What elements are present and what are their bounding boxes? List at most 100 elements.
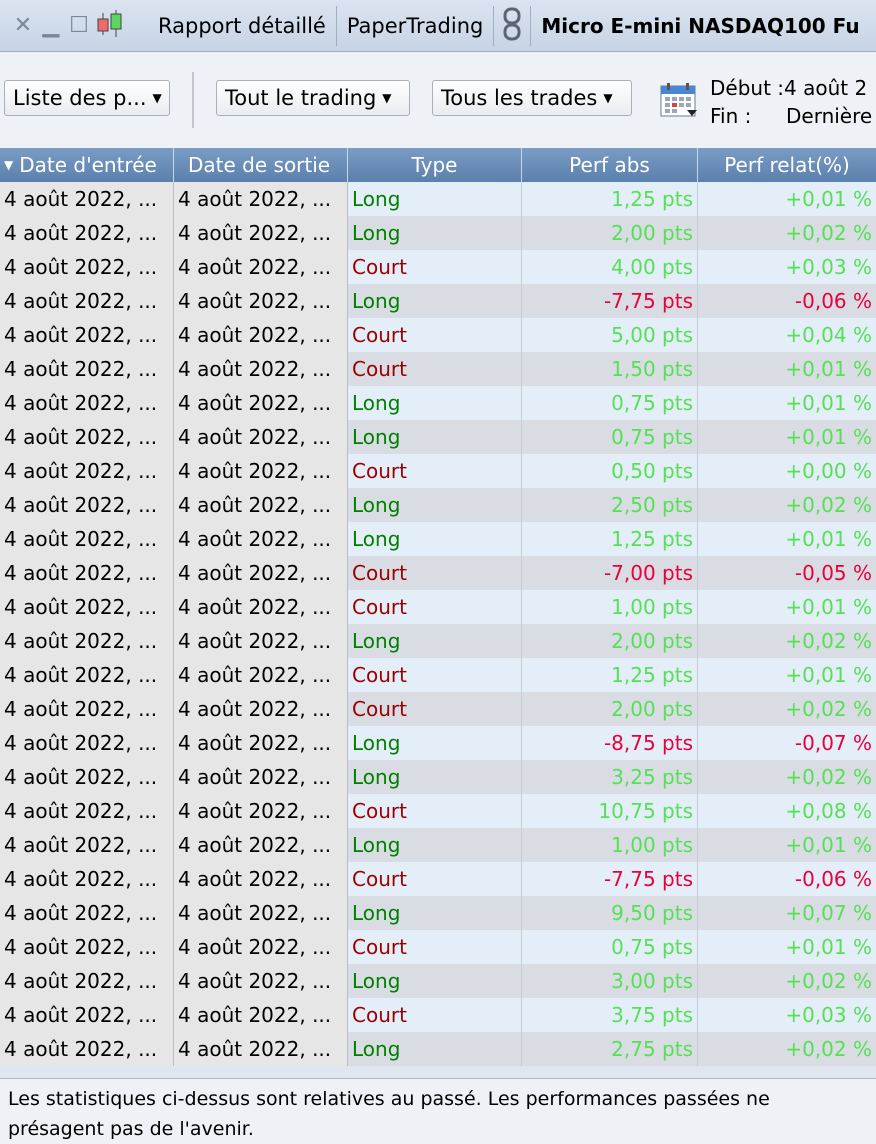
table-row[interactable]: 4 août 2022, ... 4 août 2022, ... Court 0,7… [0,930,876,964]
cell-perf-relat: +0,02 % [785,1037,872,1061]
end-value: Dernière [786,104,873,128]
table-row[interactable]: 4 août 2022, ... 4 août 2022, ... Long 3,25… [0,760,876,794]
cell-exit-date: 4 août 2022, ... [174,556,348,590]
cell-entry-date: 4 août 2022, ... [0,420,174,454]
table-row[interactable]: 4 août 2022, ... 4 août 2022, ... Court 5,0… [0,318,876,352]
trades-dropdown[interactable]: Tous les trades ▼ [432,80,632,116]
table-row[interactable]: 4 août 2022, ... 4 août 2022, ... Long 2,75… [0,1032,876,1066]
table-row[interactable]: 4 août 2022, ... 4 août 2022, ... Long 1,00… [0,828,876,862]
column-header-label: Date de sortie [188,153,331,177]
cell-entry-date: 4 août 2022, ... [0,590,174,624]
cell-type: Court [348,658,522,692]
cell-exit-date: 4 août 2022, ... [174,352,348,386]
cell-perf-abs: -8,75 pts [522,726,698,760]
table-row[interactable]: 4 août 2022, ... 4 août 2022, ... Court 1,2… [0,658,876,692]
minimize-icon[interactable]: ▁ [40,13,62,38]
cell-exit-date: 4 août 2022, ... [174,420,348,454]
cell-perf-relat: +0,01 % [785,425,872,449]
cell-perf-abs: 3,75 pts [522,998,698,1032]
cell-exit-date: 4 août 2022, ... [174,896,348,930]
cell-perf-abs: 10,75 pts [522,794,698,828]
cell-exit-date: 4 août 2022, ... [174,998,348,1032]
cell-perf-relat: +0,02 % [785,969,872,993]
table-row[interactable]: 4 août 2022, ... 4 août 2022, ... Court -7,… [0,862,876,896]
cell-entry-date: 4 août 2022, ... [0,182,174,216]
disclaimer-footer: Les statistiques ci-dessus sont relative… [0,1078,876,1144]
column-header-entry-date[interactable]: ▼ Date d'entrée [0,148,174,182]
table-row[interactable]: 4 août 2022, ... 4 août 2022, ... Long 2,00… [0,216,876,250]
cell-perf-relat: +0,02 % [785,765,872,789]
cell-type: Court [348,454,522,488]
close-icon[interactable]: ✕ [12,13,34,38]
table-row[interactable]: 4 août 2022, ... 4 août 2022, ... Court 1,0… [0,590,876,624]
cell-entry-date: 4 août 2022, ... [0,692,174,726]
table-row[interactable]: 4 août 2022, ... 4 août 2022, ... Court 1,5… [0,352,876,386]
table-row[interactable]: 4 août 2022, ... 4 août 2022, ... Court 10,… [0,794,876,828]
cell-perf-relat: -0,06 % [794,867,872,891]
column-header-label: Perf relat(%) [724,153,850,177]
table-row[interactable]: 4 août 2022, ... 4 août 2022, ... Long 3,00… [0,964,876,998]
cell-exit-date: 4 août 2022, ... [174,930,348,964]
toolbar-separator [192,72,194,128]
cell-entry-date: 4 août 2022, ... [0,386,174,420]
cell-entry-date: 4 août 2022, ... [0,964,174,998]
start-label: Début : [710,76,785,100]
table-row[interactable]: 4 août 2022, ... 4 août 2022, ... Long 0,75… [0,386,876,420]
cell-perf-abs: 1,25 pts [522,522,698,556]
cell-exit-date: 4 août 2022, ... [174,794,348,828]
table-row[interactable]: 4 août 2022, ... 4 août 2022, ... Court 3,7… [0,998,876,1032]
cell-exit-date: 4 août 2022, ... [174,250,348,284]
trades-table-header: ▼ Date d'entrée Date de sortie Type Perf… [0,148,876,182]
cell-type: Long [348,624,522,658]
end-date-line: Fin : Dernière [710,102,872,130]
list-dropdown[interactable]: Liste des p... ▼ [4,80,170,116]
cell-perf-relat: +0,02 % [785,697,872,721]
cell-perf-relat: +0,08 % [785,799,872,823]
table-row[interactable]: 4 août 2022, ... 4 août 2022, ... Long 9,50… [0,896,876,930]
cell-type: Long [348,1032,522,1066]
column-header-exit-date[interactable]: Date de sortie [174,148,348,182]
end-label: Fin : [710,104,752,128]
report-label[interactable]: Rapport détaillé [148,14,336,38]
table-row[interactable]: 4 août 2022, ... 4 août 2022, ... Court 4,0… [0,250,876,284]
cell-type: Long [348,386,522,420]
table-row[interactable]: 4 août 2022, ... 4 août 2022, ... Long 2,00… [0,624,876,658]
cell-exit-date: 4 août 2022, ... [174,760,348,794]
account-label[interactable]: PaperTrading [337,14,494,38]
cell-type: Court [348,692,522,726]
column-header-perf-abs[interactable]: Perf abs [522,148,698,182]
table-row[interactable]: 4 août 2022, ... 4 août 2022, ... Long 1,25… [0,522,876,556]
cell-type: Court [348,998,522,1032]
cell-type: Court [348,590,522,624]
date-range: Début :4 août 2 Fin : Dernière [710,74,872,130]
cell-perf-abs: 2,75 pts [522,1032,698,1066]
cell-exit-date: 4 août 2022, ... [174,318,348,352]
trading-dropdown[interactable]: Tout le trading ▼ [216,80,410,116]
column-header-perf-relat[interactable]: Perf relat(%) [698,148,876,182]
table-row[interactable]: 4 août 2022, ... 4 août 2022, ... Court 0,5… [0,454,876,488]
maximize-icon[interactable]: ☐ [68,13,90,38]
candlestick-icon [96,9,124,43]
cell-perf-relat: +0,03 % [785,255,872,279]
cell-perf-relat: +0,01 % [785,187,872,211]
caret-down-icon: ▼ [603,91,613,105]
cell-perf-abs: 1,25 pts [522,182,698,216]
cell-perf-abs: 2,00 pts [522,216,698,250]
cell-type: Court [348,250,522,284]
table-row[interactable]: 4 août 2022, ... 4 août 2022, ... Long 0,75… [0,420,876,454]
cell-perf-relat: +0,02 % [785,629,872,653]
table-row[interactable]: 4 août 2022, ... 4 août 2022, ... Court 2,0… [0,692,876,726]
table-row[interactable]: 4 août 2022, ... 4 août 2022, ... Long 1,25… [0,182,876,216]
table-row[interactable]: 4 août 2022, ... 4 août 2022, ... Long -8,7… [0,726,876,760]
column-header-type[interactable]: Type [348,148,522,182]
table-row[interactable]: 4 août 2022, ... 4 août 2022, ... Long 2,50… [0,488,876,522]
calendar-icon[interactable] [660,82,698,118]
table-row[interactable]: 4 août 2022, ... 4 août 2022, ... Long -7,7… [0,284,876,318]
table-row[interactable]: 4 août 2022, ... 4 août 2022, ... Court -7,… [0,556,876,590]
cell-perf-abs: 2,00 pts [522,624,698,658]
cell-entry-date: 4 août 2022, ... [0,794,174,828]
cell-perf-abs: -7,00 pts [522,556,698,590]
cell-entry-date: 4 août 2022, ... [0,454,174,488]
cell-exit-date: 4 août 2022, ... [174,862,348,896]
link-icon[interactable] [494,7,530,45]
